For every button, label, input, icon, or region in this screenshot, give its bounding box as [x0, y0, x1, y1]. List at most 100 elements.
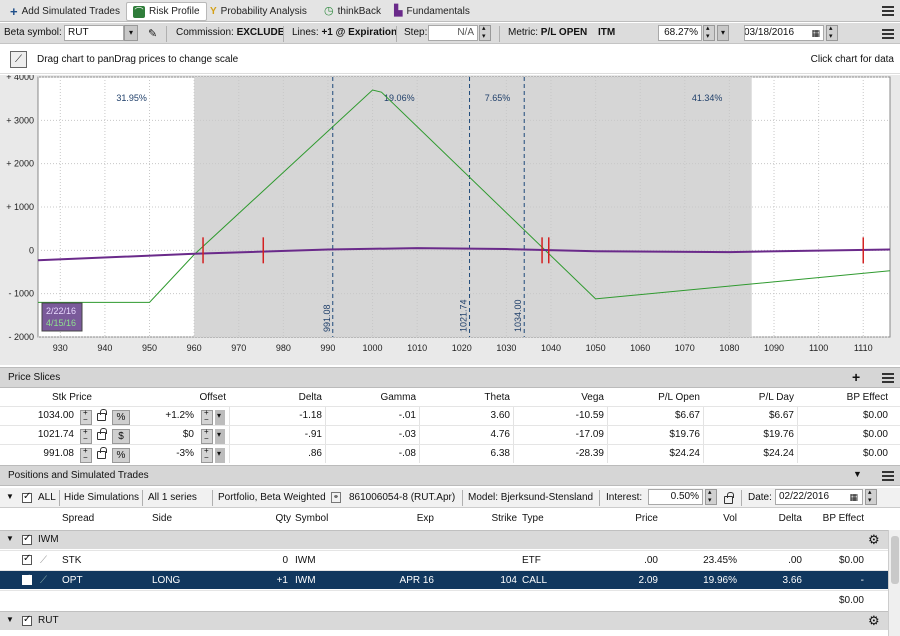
add-icon[interactable]: + [852, 369, 860, 385]
menu-icon[interactable] [882, 471, 894, 481]
offset-dropdown[interactable] [215, 448, 225, 463]
offset-spinner[interactable] [201, 446, 213, 463]
offset-dropdown[interactable] [215, 410, 225, 425]
itm-spinner[interactable] [703, 24, 715, 41]
column-header: Side [152, 513, 173, 524]
itm-dropdown[interactable]: ▾ [717, 25, 729, 41]
calendar-icon[interactable]: ▦ [849, 490, 858, 504]
interest-field[interactable]: 0.50% [648, 489, 703, 505]
collapse-icon[interactable]: ▼ [853, 469, 862, 479]
row-checkbox[interactable] [22, 553, 32, 565]
positions-header: Positions and Simulated Trades ▼ [0, 465, 900, 486]
gear-icon[interactable]: ⚙ [868, 613, 880, 629]
offset-unit-button[interactable]: % [112, 410, 130, 425]
offset-dropdown[interactable] [215, 429, 225, 444]
scrollbar-thumb[interactable] [891, 536, 899, 584]
price-spinner[interactable] [80, 427, 92, 444]
lock-icon[interactable] [97, 428, 107, 440]
pl-open-cell: $24.24 [669, 448, 700, 459]
y-tick-label: + 1000 [6, 202, 34, 212]
menu-icon[interactable] [882, 6, 894, 16]
x-tick-label: 1000 [363, 343, 383, 353]
tab-thinkback[interactable]: ◷ thinkBack [318, 2, 387, 21]
all-checkbox[interactable] [22, 491, 32, 503]
offset-unit-button[interactable]: $ [112, 429, 130, 444]
offset-cell[interactable]: $0 [183, 429, 194, 440]
offset-spinner[interactable] [201, 408, 213, 425]
account-selector[interactable]: 861006054-8 (RUT.Apr) [349, 492, 455, 503]
metric-value[interactable]: P/L OPEN [541, 27, 588, 38]
price-slice-row[interactable]: 1034.00% +1.2% -1.18 -.01 3.60 -10.59 $6.67 $6.… [0, 406, 900, 425]
chart-style-icon[interactable]: ⟋ [10, 51, 27, 68]
group-row-iwm[interactable]: ▼ IWM ⚙ [0, 530, 888, 549]
gear-icon[interactable]: ⚙ [868, 532, 880, 548]
step-field[interactable]: N/A [428, 25, 478, 41]
calendar-icon[interactable]: ▦ [811, 26, 820, 40]
positions-scrollbar[interactable] [888, 530, 900, 636]
y-tick-label: + 4000 [6, 75, 34, 82]
risk-profile-chart-svg[interactable]: 930 940 950 960 970 980 990 1000 1010 1020 1030 104… [0, 72, 900, 365]
lock-icon[interactable] [724, 492, 734, 504]
group-checkbox[interactable] [22, 614, 32, 626]
menu-icon[interactable] [882, 29, 894, 39]
hide-simulations-button[interactable]: Hide Simulations [64, 492, 139, 503]
stk-price-cell[interactable]: 991.08 [43, 448, 74, 459]
date-spinner[interactable] [865, 488, 877, 505]
offset-unit-button[interactable]: % [112, 448, 130, 463]
date-spinner[interactable] [826, 24, 838, 41]
group-name: RUT [38, 615, 59, 626]
lines-group: Lines: +1 @ Expiration [292, 27, 397, 38]
beta-symbol-label: Beta symbol: [4, 27, 62, 38]
lock-icon[interactable] [97, 409, 107, 421]
offset-cell[interactable]: -3% [176, 448, 194, 459]
model-selector[interactable]: Model: Bjerksund-Stensland [468, 492, 593, 503]
price-slice-row[interactable]: 1021.74 $ $0 -.91 -.03 4.76 -17.09 $19.76 $19.76… [0, 425, 900, 444]
probability-label: 19.06% [384, 93, 415, 103]
stk-price-cell[interactable]: 1021.74 [38, 429, 74, 440]
expand-all-icon[interactable]: ▼ [6, 492, 14, 501]
x-tick-label: 950 [142, 343, 157, 353]
tab-add-simulated-trades[interactable]: + Add Simulated Trades [4, 2, 126, 21]
itm-field[interactable]: 68.27% [658, 25, 702, 41]
metric-group: Metric: P/L OPEN [508, 27, 587, 38]
beta-symbol-field[interactable]: RUT [64, 25, 124, 41]
beta-symbol-dropdown[interactable]: ▾ [124, 25, 138, 41]
offset-cell[interactable]: +1.2% [165, 410, 194, 421]
group-row-rut[interactable]: ▼ RUT ⚙ [0, 611, 888, 630]
bp-effect-cell: $0.00 [862, 429, 888, 440]
expiration-date-field[interactable]: 03/18/2016 ▦ [744, 25, 824, 41]
position-row-selected[interactable]: ⟋ OPT LONG +1 IWM APR 16 104 CALL 2.09 1… [0, 570, 888, 589]
offset-spinner[interactable] [201, 427, 213, 444]
portfolio-selector[interactable]: Portfolio, Beta Weighted [218, 492, 326, 503]
date-field[interactable]: 02/22/2016 ▦ [775, 489, 863, 505]
tab-risk-profile[interactable]: ⌒ Risk Profile [126, 2, 207, 21]
lines-value[interactable]: +1 @ Expiration [321, 27, 397, 38]
interest-spinner[interactable] [705, 488, 717, 505]
pl-day-cell: $19.76 [763, 429, 794, 440]
lock-icon[interactable] [97, 447, 107, 459]
column-header: Type [522, 513, 544, 524]
pencil-icon[interactable]: ✎ [148, 27, 157, 40]
group-checkbox[interactable] [22, 533, 32, 545]
x-tick-label: 930 [53, 343, 68, 353]
commission-value[interactable]: EXCLUDE [237, 27, 285, 38]
tab-probability-analysis[interactable]: Y Probability Analysis [204, 2, 313, 21]
tab-fundamentals[interactable]: ▙ Fundamentals [388, 2, 476, 21]
delta-cell: 3.66 [782, 575, 802, 586]
price-slice-row[interactable]: 991.08% -3% .86 -.08 6.38 -28.39 $24.24 $24.24 $… [0, 444, 900, 463]
price-spinner[interactable] [80, 446, 92, 463]
step-spinner[interactable] [479, 24, 491, 41]
position-row[interactable]: ⟋ STK 0 IWM ETF .00 23.45% .00 $0.00 [0, 550, 888, 569]
itm-label[interactable]: ITM [598, 27, 615, 38]
stk-price-cell[interactable]: 1034.00 [38, 410, 74, 421]
pl-open-cell: $6.67 [674, 410, 700, 421]
risk-profile-chart[interactable]: 930 940 950 960 970 980 990 1000 1010 1020 1030 104… [0, 72, 900, 365]
row-checkbox[interactable] [22, 573, 32, 585]
collapse-icon[interactable]: ▼ [6, 615, 14, 624]
collapse-icon[interactable]: ▼ [6, 534, 14, 543]
link-icon[interactable]: ⚭ [331, 492, 341, 503]
series-selector[interactable]: All 1 series [148, 492, 197, 503]
price-spinner[interactable] [80, 408, 92, 425]
menu-icon[interactable] [882, 373, 894, 383]
symbol-cell: IWM [295, 555, 316, 566]
